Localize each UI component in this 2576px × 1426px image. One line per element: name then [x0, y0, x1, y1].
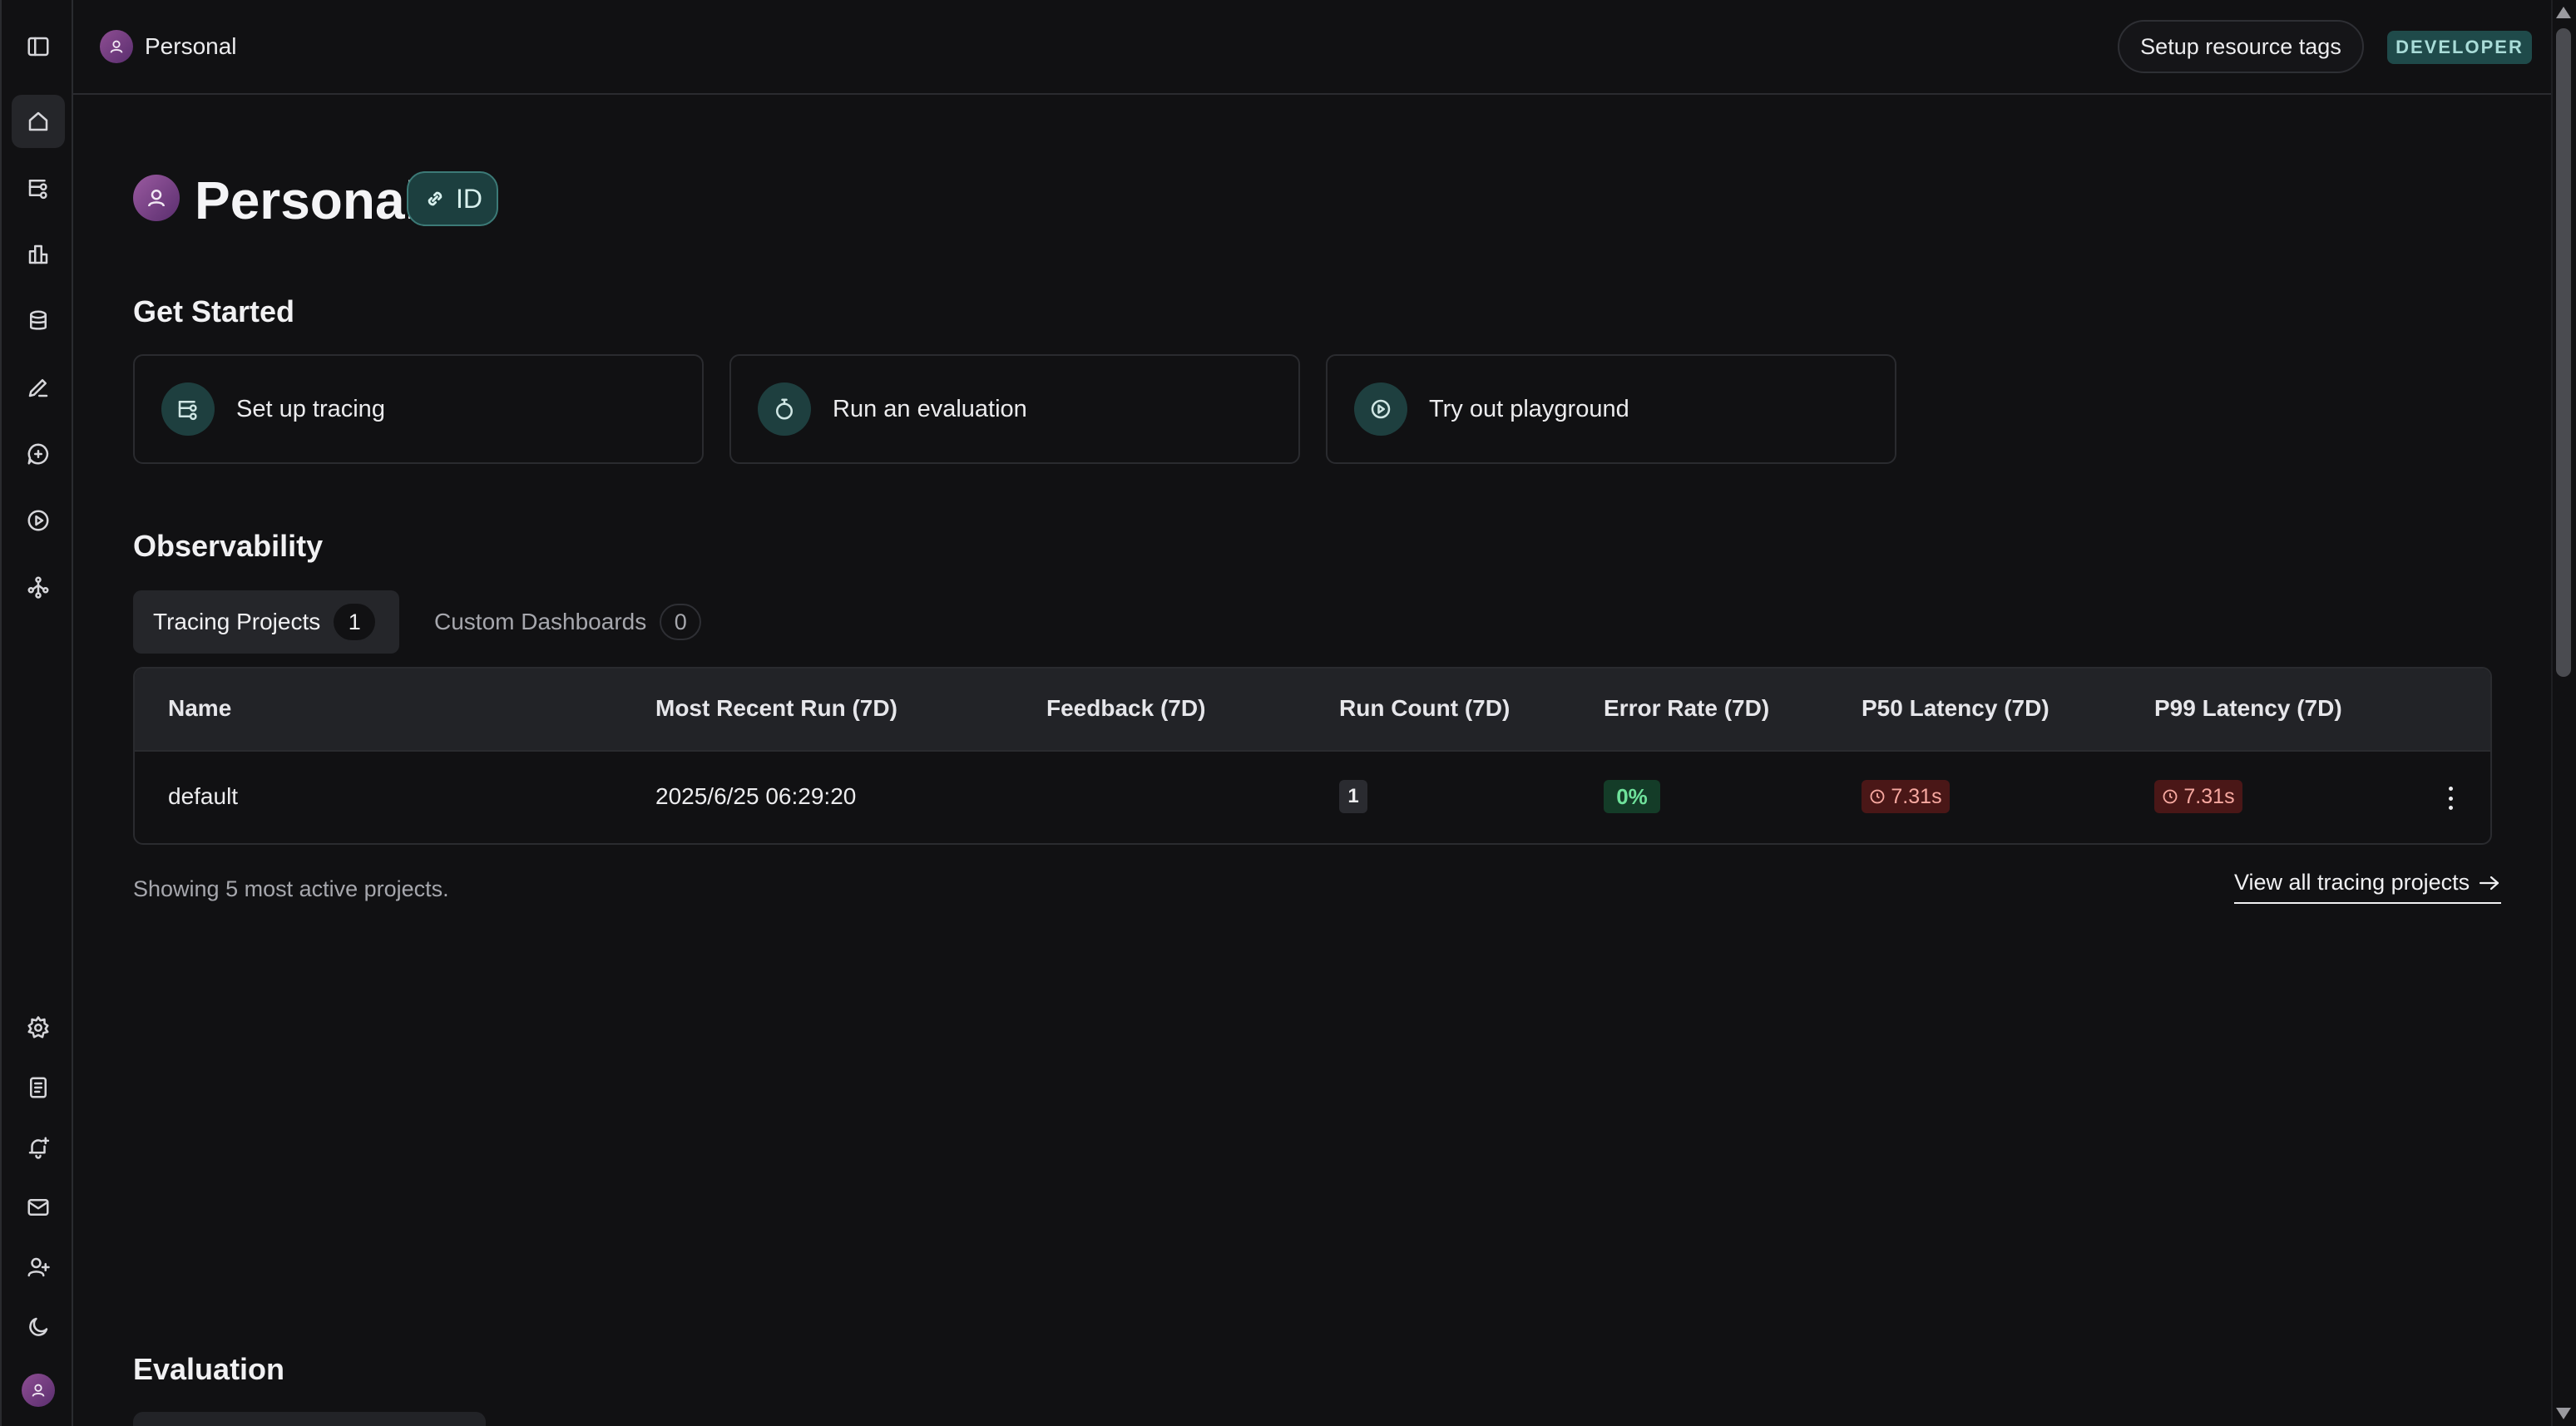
scroll-down-arrow-icon[interactable]: [2556, 1408, 2571, 1419]
id-label: ID: [456, 183, 482, 214]
prompts-icon[interactable]: [12, 427, 65, 481]
icon-rail: [0, 0, 73, 1426]
tracing-projects-table: Name Most Recent Run (7D) Feedback (7D) …: [133, 667, 2492, 845]
workspace-title-avatar: [133, 175, 180, 221]
p99-latency-badge: 7.31s: [2154, 780, 2242, 813]
plan-badge: DEVELOPER: [2387, 31, 2532, 64]
scroll-up-arrow-icon[interactable]: [2556, 7, 2571, 18]
observability-heading: Observability: [133, 529, 324, 563]
column-header-run-count[interactable]: Run Count (7D): [1339, 695, 1510, 722]
tab-label: Custom Dashboards: [434, 609, 647, 634]
tracing-icon: [161, 382, 215, 436]
view-all-tracing-projects-link[interactable]: View all tracing projects: [2234, 870, 2502, 904]
evaluation-heading: Evaluation: [133, 1352, 285, 1386]
copy-id-button[interactable]: ID: [407, 171, 498, 226]
settings-icon[interactable]: [12, 1001, 65, 1054]
tab-tracing-projects[interactable]: Tracing Projects 1: [133, 590, 399, 654]
card-label: Run an evaluation: [833, 395, 1027, 422]
project-name[interactable]: default: [168, 783, 238, 810]
column-header-most-recent-run[interactable]: Most Recent Run (7D): [655, 695, 897, 722]
tab-custom-dashboards[interactable]: Custom Dashboards 0: [414, 590, 730, 654]
p50-latency-badge: 7.31s: [1862, 780, 1950, 813]
clock-icon: [1870, 789, 1885, 804]
clock-icon: [2163, 789, 2178, 804]
p50-latency-value: 7.31s: [1891, 784, 1942, 808]
stopwatch-icon: [758, 382, 811, 436]
mail-icon[interactable]: [12, 1181, 65, 1234]
workspace-avatar: [100, 30, 133, 63]
run-evaluation-card[interactable]: Run an evaluation: [729, 354, 1300, 464]
arrow-right-icon: [2480, 876, 2499, 890]
view-all-label: View all tracing projects: [2234, 870, 2470, 895]
play-circle-icon: [1354, 382, 1407, 436]
error-rate-badge: 0%: [1604, 780, 1660, 813]
datasets-icon[interactable]: [12, 294, 65, 348]
main-content: Personal ID Get Started Set up tracing R…: [73, 96, 2551, 1426]
card-label: Set up tracing: [236, 395, 385, 422]
scrollbar-thumb[interactable]: [2556, 28, 2571, 677]
column-header-feedback[interactable]: Feedback (7D): [1046, 695, 1205, 722]
workspace-breadcrumb[interactable]: Personal: [145, 33, 237, 60]
run-count-badge: 1: [1339, 780, 1367, 813]
row-actions-menu-icon[interactable]: [2440, 782, 2460, 815]
column-header-p50-latency[interactable]: P50 Latency (7D): [1862, 695, 2049, 722]
showing-note: Showing 5 most active projects.: [133, 876, 449, 901]
user-avatar[interactable]: [22, 1374, 55, 1407]
dashboards-icon[interactable]: [12, 228, 65, 281]
most-recent-run: 2025/6/25 06:29:20: [655, 783, 857, 809]
tab-count: 1: [334, 604, 376, 640]
p99-latency-value: 7.31s: [2183, 784, 2235, 808]
column-header-p99-latency[interactable]: P99 Latency (7D): [2154, 695, 2342, 722]
docs-icon[interactable]: [12, 1061, 65, 1114]
link-icon: [428, 191, 443, 206]
sidebar-toggle-icon[interactable]: [12, 20, 65, 73]
evaluation-tabs[interactable]: [133, 1412, 486, 1426]
dark-mode-icon[interactable]: [12, 1300, 65, 1354]
deployments-icon[interactable]: [12, 560, 65, 614]
get-started-heading: Get Started: [133, 294, 295, 328]
tab-label: Tracing Projects: [153, 609, 321, 634]
table-header: Name Most Recent Run (7D) Feedback (7D) …: [135, 669, 2490, 750]
table-row[interactable]: default 2025/6/25 06:29:20 1 0% 7.31s 7.…: [135, 750, 2490, 843]
try-playground-card[interactable]: Try out playground: [1326, 354, 1896, 464]
column-header-error-rate[interactable]: Error Rate (7D): [1604, 695, 1769, 722]
tab-count: 0: [660, 604, 702, 640]
annotation-icon[interactable]: [12, 361, 65, 414]
card-label: Try out playground: [1429, 395, 1629, 422]
page-title: Personal: [195, 170, 420, 230]
set-up-tracing-card[interactable]: Set up tracing: [133, 354, 704, 464]
alerts-icon[interactable]: [12, 1121, 65, 1174]
tracing-icon[interactable]: [12, 161, 65, 215]
playground-icon[interactable]: [12, 494, 65, 547]
top-bar: Personal Setup resource tags DEVELOPER: [73, 0, 2551, 95]
add-user-icon[interactable]: [12, 1241, 65, 1294]
scrollbar[interactable]: [2551, 0, 2576, 1426]
column-header-name[interactable]: Name: [168, 695, 231, 722]
home-icon[interactable]: [12, 95, 65, 148]
setup-resource-tags-button[interactable]: Setup resource tags: [2118, 20, 2364, 73]
